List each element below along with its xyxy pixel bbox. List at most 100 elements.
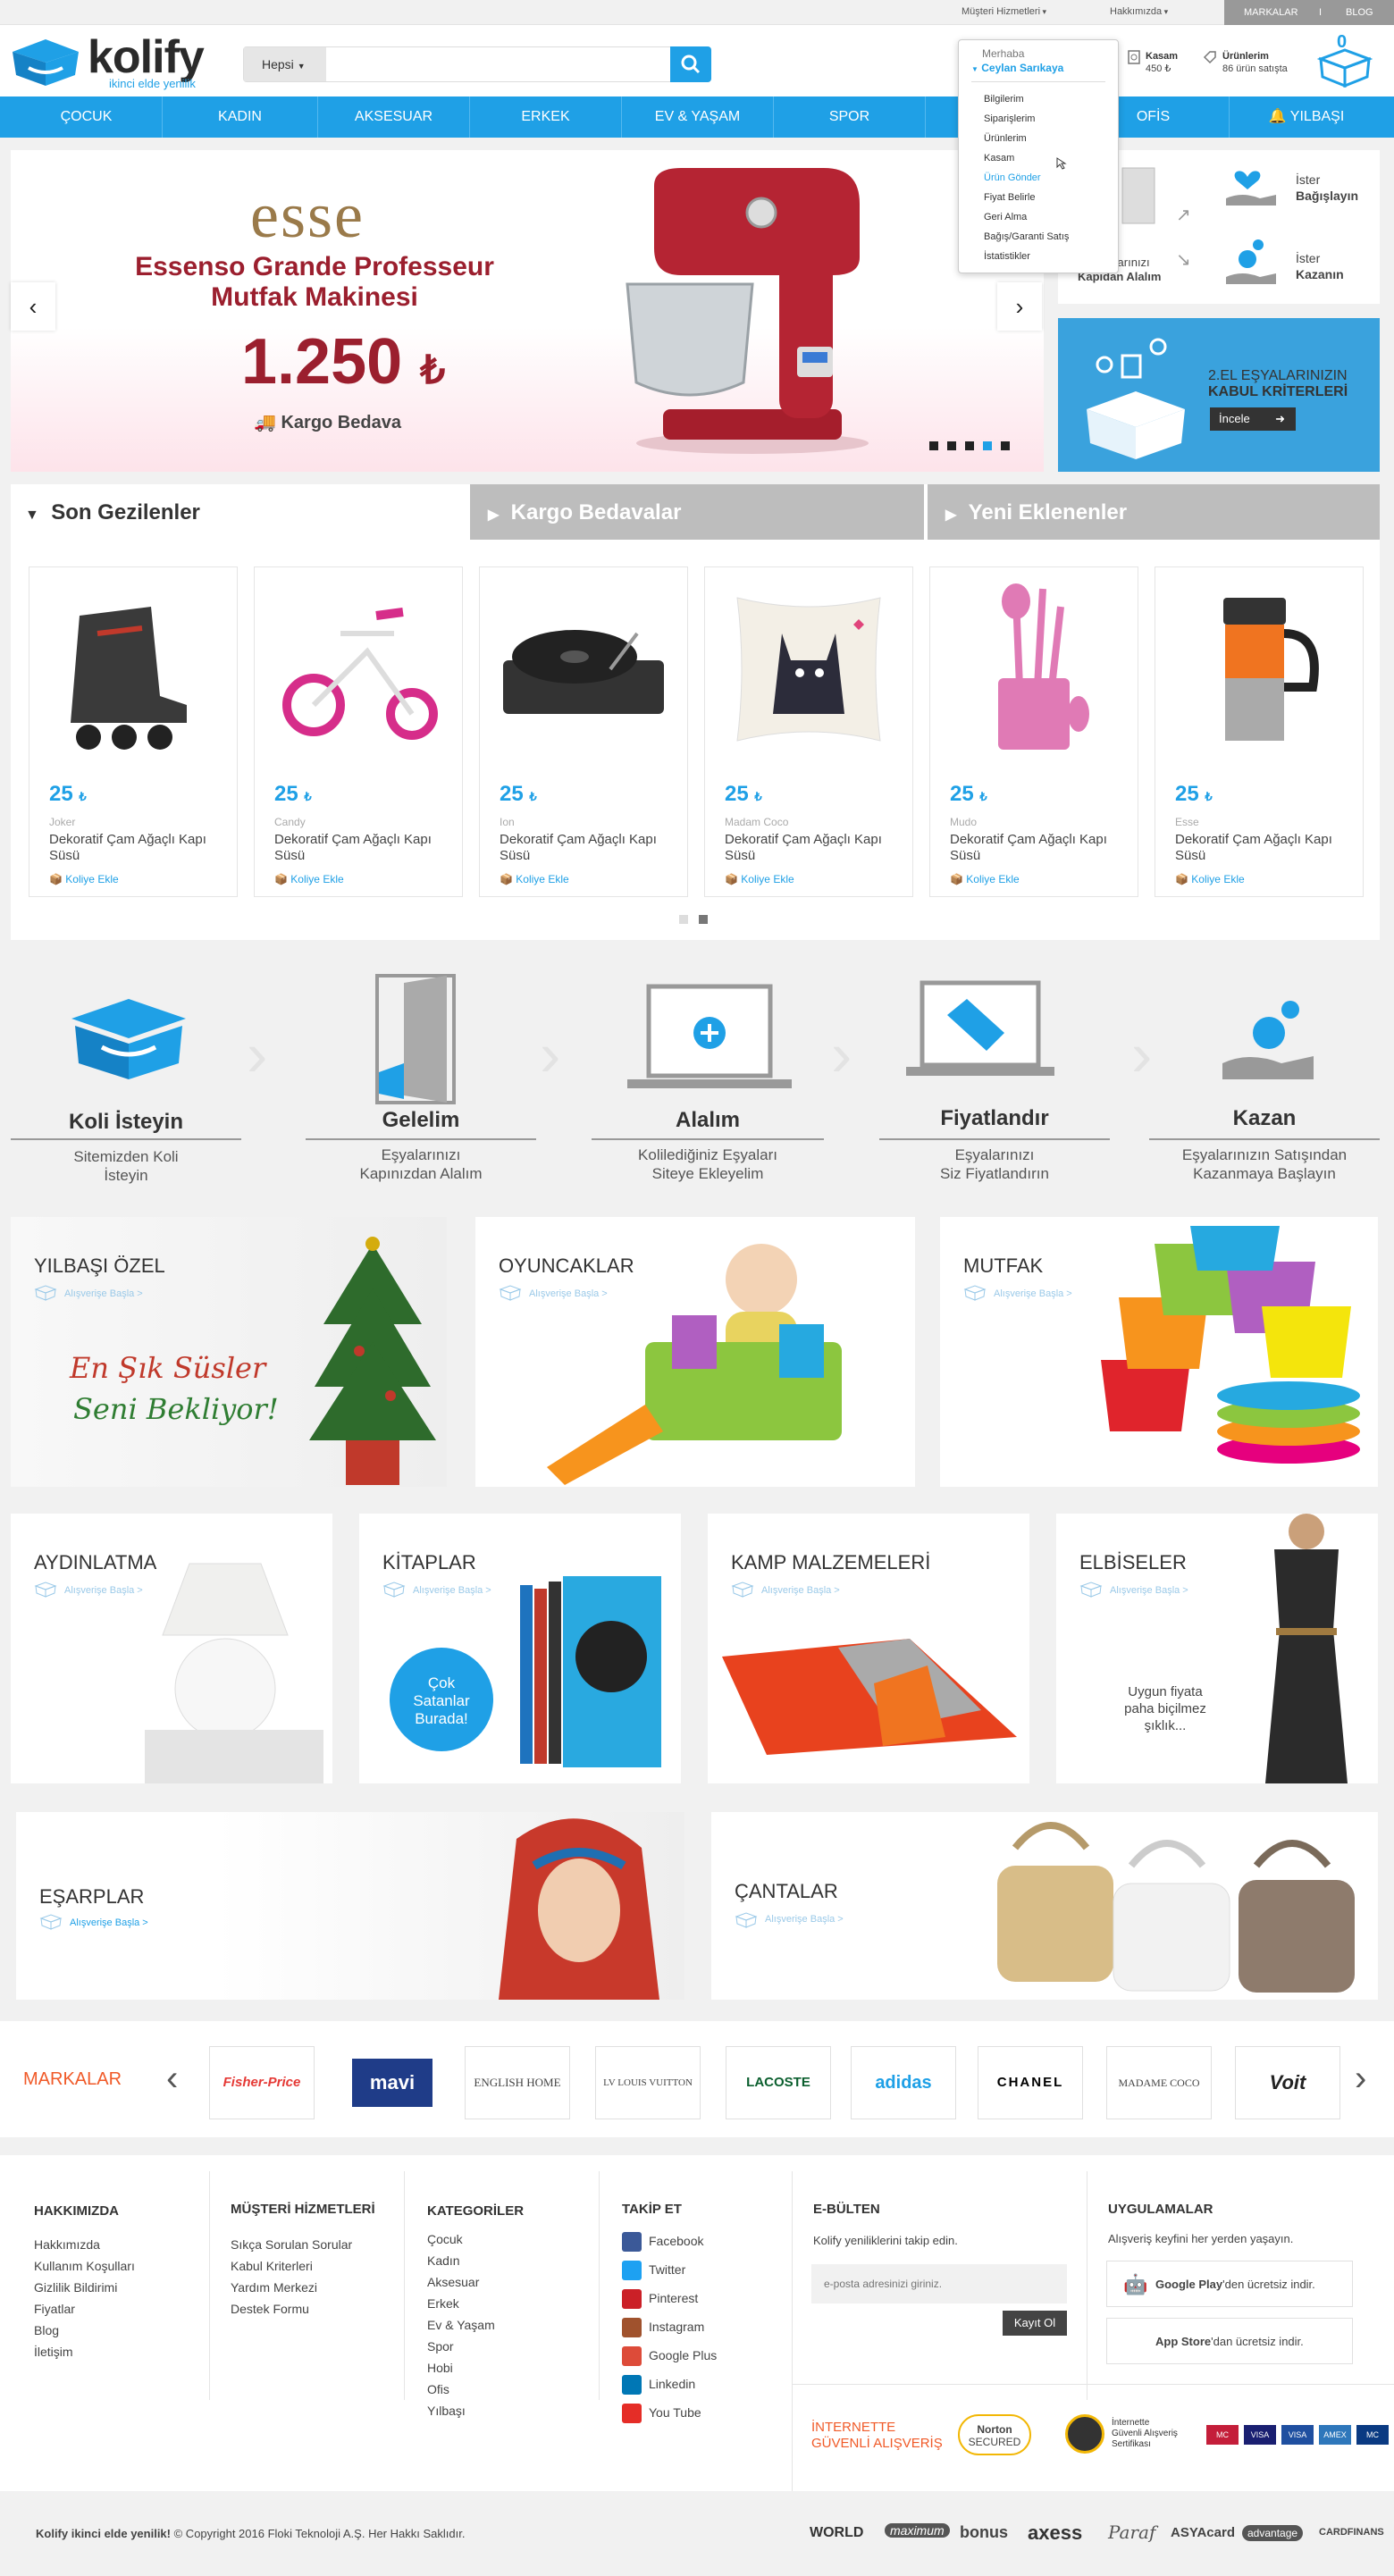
carousel-dot-active[interactable] [699,915,708,924]
add-to-box-button[interactable]: 📦 Koliye Ekle [274,873,344,885]
add-to-box-button[interactable]: 📦 Koliye Ekle [950,873,1020,885]
footer-link[interactable]: Erkek [427,2296,459,2311]
footer-link[interactable]: Kullanım Koşulları [34,2259,135,2273]
about-menu[interactable]: Hakkımızda [1110,6,1168,17]
menu-item-urunlerim[interactable]: Ürünlerim [984,133,1027,144]
footer-link[interactable]: Hobi [427,2361,453,2375]
footer-link[interactable]: Gizlilik Bildirimi [34,2280,117,2295]
menu-item-geri-alma[interactable]: Geri Alma [984,212,1027,222]
app-store-button[interactable]: App Store'dan ücretsiz indir. [1106,2318,1353,2364]
search-input[interactable] [330,51,669,78]
category-tile-mutfak[interactable]: MUTFAK Alışverişe Başla > [940,1217,1378,1487]
tile-shop-link[interactable]: Alışverişe Başla > [765,1914,844,1925]
footer-link[interactable]: Çocuk [427,2232,463,2246]
brand-lacoste[interactable]: LACOSTE [726,2046,831,2119]
nav-item-cocuk[interactable]: ÇOCUK [11,96,163,138]
tile-shop-link[interactable]: Alışverişe Başla > [64,1288,143,1299]
product-name[interactable]: Dekoratif Çam Ağaçlı Kapı Süsü [1175,832,1345,864]
google-play-button[interactable]: 🤖 Google Play'den ücretsiz indir. [1106,2261,1353,2307]
tile-shop-link[interactable]: Alışverişe Başla > [1110,1585,1188,1596]
slider-prev-button[interactable]: ‹ [11,282,55,331]
product-card[interactable]: 25 ₺ Joker Dekoratif Çam Ağaçlı Kapı Süs… [29,566,238,897]
menu-item-istatistikler[interactable]: İstatistikler [984,251,1030,262]
brand-mavi[interactable]: mavi [340,2046,445,2119]
add-to-box-button[interactable]: 📦 Koliye Ekle [725,873,794,885]
product-card[interactable]: 25 ₺ Madam Coco Dekoratif Çam Ağaçlı Kap… [704,566,913,897]
logo-text[interactable]: kolify [88,30,205,84]
inspect-button[interactable]: İncele ➜ [1210,407,1296,431]
brands-prev-button[interactable]: ‹ [166,2060,178,2096]
footer-link[interactable]: Hakkımızda [34,2237,100,2252]
footer-social-link[interactable]: Instagram [649,2320,704,2334]
footer-social-link[interactable]: Twitter [649,2262,685,2277]
footer-social-link[interactable]: Pinterest [649,2291,698,2305]
menu-item-fiyat-belirle[interactable]: Fiyat Belirle [984,192,1035,203]
product-name[interactable]: Dekoratif Çam Ağaçlı Kapı Süsü [725,832,894,864]
brands-next-button[interactable]: › [1355,2060,1366,2096]
footer-link[interactable]: Fiyatlar [34,2302,75,2316]
footer-link[interactable]: Yardım Merkezi [231,2280,317,2295]
nav-item-kadin[interactable]: KADIN [163,96,318,138]
brand-english-home[interactable]: ENGLISH HOME [465,2046,570,2119]
brand-fisher-price[interactable]: Fisher-Price [209,2046,315,2119]
footer-link[interactable]: Destek Formu [231,2302,309,2316]
slider-dot-active[interactable] [983,441,992,450]
footer-social-link[interactable]: You Tube [649,2405,701,2420]
footer-link[interactable]: Aksesuar [427,2275,479,2289]
search-button[interactable] [670,46,711,82]
slider-dot[interactable] [965,441,974,450]
nav-item-ev-yasam[interactable]: EV & YAŞAM [622,96,774,138]
category-tile-aydinlatma[interactable]: AYDINLATMA Alışverişe Başla > [11,1514,332,1783]
add-to-box-button[interactable]: 📦 Koliye Ekle [500,873,569,885]
brand-chanel[interactable]: CHANEL [978,2046,1083,2119]
nav-item-erkek[interactable]: ERKEK [470,96,622,138]
tile-shop-link[interactable]: Alışverişe Başla > [994,1288,1072,1299]
slider-next-button[interactable]: › [997,282,1042,331]
product-card[interactable]: 25 ₺ Ion Dekoratif Çam Ağaçlı Kapı Süsü … [479,566,688,897]
category-tile-esarplar[interactable]: EŞARPLAR Alışverişe Başla > [16,1812,684,2000]
category-tile-yilbasi[interactable]: YILBAŞI ÖZEL Alışverişe Başla > En Şık S… [11,1217,447,1487]
footer-social-link[interactable]: Linkedin [649,2377,695,2391]
category-tile-elbiseler[interactable]: ELBİSELER Alışverişe Başla > Uygun fiyat… [1056,1514,1378,1783]
tile-shop-link[interactable]: Alışverişe Başla > [70,1917,148,1928]
menu-item-bagis-garanti[interactable]: Bağış/Garanti Satış [984,231,1069,242]
customer-service-menu[interactable]: Müşteri Hizmetleri [962,6,1046,17]
blog-link[interactable]: BLOG [1346,7,1373,18]
nav-item-spor[interactable]: SPOR [774,96,926,138]
footer-link[interactable]: Sıkça Sorulan Sorular [231,2237,352,2252]
brand-adidas[interactable]: adidas [851,2046,956,2119]
category-tile-kamp[interactable]: KAMP MALZEMELERİ Alışverişe Başla > [708,1514,1029,1783]
slider-dot[interactable] [1001,441,1010,450]
footer-link[interactable]: Ev & Yaşam [427,2318,495,2332]
brands-link[interactable]: MARKALAR [1244,7,1298,18]
menu-item-urun-gonder[interactable]: Ürün Gönder [984,172,1041,183]
footer-link[interactable]: Spor [427,2339,454,2354]
tab-yeni-eklenenler[interactable]: ▶ Yeni Eklenenler [928,484,1380,540]
category-tile-oyuncaklar[interactable]: OYUNCAKLAR Alışverişe Başla > [475,1217,915,1487]
carousel-dot[interactable] [679,915,688,924]
brand-madame-coco[interactable]: MADAME COCO [1106,2046,1212,2119]
newsletter-submit-button[interactable]: Kayıt Ol [1003,2311,1067,2336]
menu-item-siparislerim[interactable]: Siparişlerim [984,113,1035,124]
newsletter-email-input[interactable] [811,2264,1067,2303]
nav-item-aksesuar[interactable]: AKSESUAR [318,96,470,138]
add-to-box-button[interactable]: 📦 Koliye Ekle [49,873,119,885]
product-name[interactable]: Dekoratif Çam Ağaçlı Kapı Süsü [950,832,1120,864]
slider-dot[interactable] [947,441,956,450]
footer-link[interactable]: Yılbaşı [427,2404,466,2418]
product-name[interactable]: Dekoratif Çam Ağaçlı Kapı Süsü [274,832,444,864]
tab-kargo-bedavalar[interactable]: ▶ Kargo Bedavalar [470,484,924,540]
product-name[interactable]: Dekoratif Çam Ağaçlı Kapı Süsü [49,832,219,864]
category-tile-kitaplar[interactable]: KİTAPLAR Alışverişe Başla > Çok Satanlar B… [359,1514,681,1783]
footer-social-link[interactable]: Google Plus [649,2348,717,2362]
footer-social-link[interactable]: Facebook [649,2234,703,2248]
box-logo-icon[interactable] [9,38,82,88]
safe-link[interactable]: Kasam 450 ₺ [1146,50,1178,75]
product-card[interactable]: 25 ₺ Mudo Dekoratif Çam Ağaçlı Kapı Süsü… [929,566,1138,897]
product-card[interactable]: 25 ₺ Candy Dekoratif Çam Ağaçlı Kapı Süs… [254,566,463,897]
product-card[interactable]: 25 ₺ Esse Dekoratif Çam Ağaçlı Kapı Süsü… [1155,566,1364,897]
category-tile-cantalar[interactable]: ÇANTALAR Alışverişe Başla > [711,1812,1378,2000]
tile-shop-link[interactable]: Alışverişe Başla > [761,1585,840,1596]
footer-link[interactable]: Kadın [427,2253,460,2268]
footer-link[interactable]: Ofis [427,2382,449,2396]
